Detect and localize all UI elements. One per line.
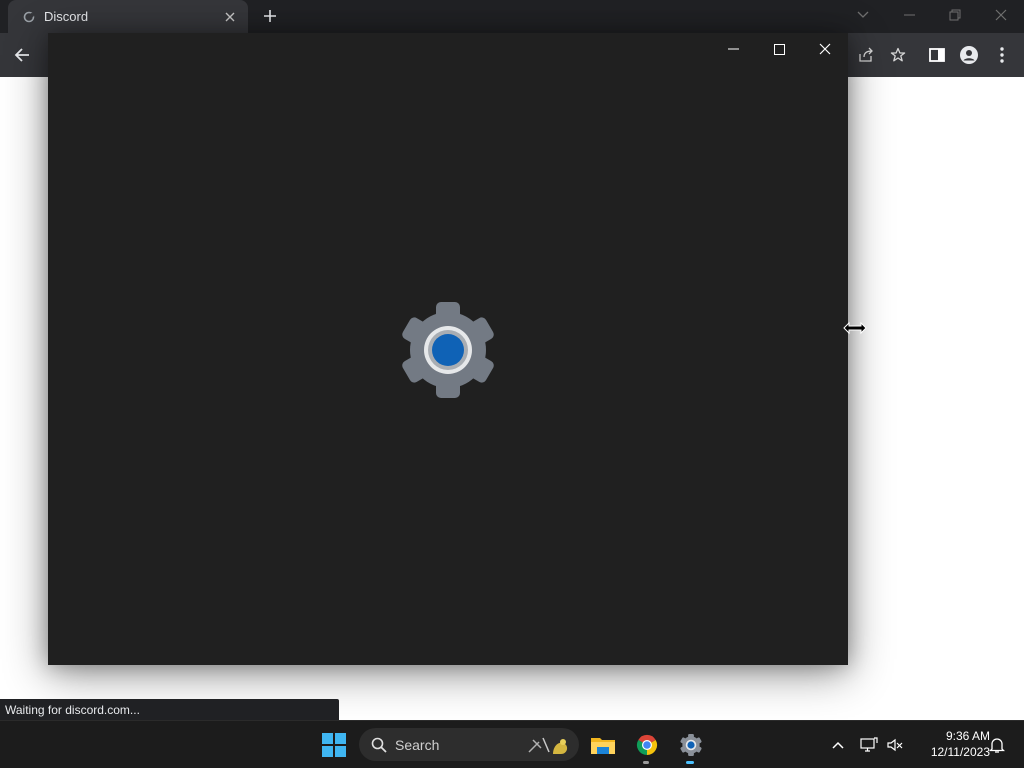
star-bookmark-icon[interactable] <box>884 41 912 69</box>
search-label: Search <box>395 736 440 753</box>
browser-status-text: Waiting for discord.com... <box>0 699 339 720</box>
notification-bell-icon[interactable] <box>986 721 1008 769</box>
windows-taskbar: Search 9:36 AM 12/11/2023 <box>0 720 1024 768</box>
tab-discord[interactable]: Discord <box>8 0 248 33</box>
windows-start-icon[interactable] <box>318 729 350 761</box>
file-explorer-icon[interactable] <box>587 729 619 761</box>
browser-tab-strip: Discord <box>0 0 1024 33</box>
resize-cursor-icon <box>843 321 867 335</box>
chevron-up-icon[interactable] <box>826 721 850 769</box>
new-tab-plus-icon[interactable] <box>258 4 282 28</box>
browser-restore-icon[interactable] <box>932 0 978 30</box>
share-icon[interactable] <box>852 41 880 69</box>
taskbar-search-box[interactable]: Search <box>359 728 579 761</box>
settings-minimize-icon[interactable] <box>710 33 756 65</box>
chrome-running-indicator <box>643 761 649 764</box>
settings-maximize-icon[interactable] <box>756 33 802 65</box>
volume-muted-icon[interactable] <box>884 721 906 769</box>
side-panel-icon[interactable] <box>923 41 951 69</box>
clock-time: 9:36 AM <box>945 729 990 743</box>
settings-gear-icon <box>402 302 494 398</box>
tab-search-chevron-down-icon[interactable] <box>840 0 886 30</box>
back-arrow-icon[interactable] <box>8 41 36 69</box>
search-icon <box>371 737 387 753</box>
browser-close-icon[interactable] <box>978 0 1024 30</box>
chrome-icon[interactable] <box>631 729 663 761</box>
clock-date: 12/11/2023 <box>930 745 990 759</box>
settings-window-controls <box>710 33 848 65</box>
taskbar-clock[interactable]: 9:36 AM 12/11/2023 <box>912 728 990 760</box>
settings-close-icon[interactable] <box>802 33 848 65</box>
settings-active-indicator <box>686 761 694 764</box>
network-icon[interactable] <box>858 721 880 769</box>
browser-window-controls <box>840 0 1024 33</box>
menu-dots-icon[interactable] <box>988 41 1016 69</box>
tab-title: Discord <box>44 9 89 24</box>
settings-app-window <box>48 33 848 665</box>
browser-minimize-icon[interactable] <box>886 0 932 30</box>
tab-close-icon[interactable] <box>218 5 242 29</box>
settings-taskbar-icon[interactable] <box>675 729 707 761</box>
profile-icon[interactable] <box>955 41 983 69</box>
search-highlight-illustration-icon <box>527 734 571 756</box>
discord-loading-icon <box>22 10 36 24</box>
